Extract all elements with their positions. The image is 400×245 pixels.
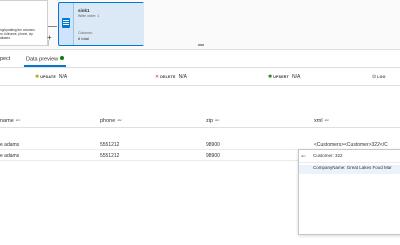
table-cell: 5551212 [100, 142, 120, 148]
source-node-description: ng/updating the columns m, fullname, pho… [0, 28, 48, 40]
source-node-description-line: aliases [0, 36, 10, 40]
upsert-icon: ✱ [268, 74, 273, 80]
divider [48, 40, 49, 46]
column-header-label: xml [314, 118, 323, 124]
table-cell: e adams [0, 142, 20, 148]
sink-node-columns-label: Columns: [78, 31, 93, 35]
sink-node-columns-value: 6 total [78, 36, 89, 41]
divider [299, 162, 400, 163]
table-cell: 98900 [206, 142, 220, 148]
active-tab-indicator [24, 65, 66, 67]
stat-value: N/A [58, 74, 68, 80]
table-cell: 98900 [206, 153, 220, 159]
tab-data-preview[interactable]: Data preview [26, 56, 65, 63]
table-cell: e adams [0, 153, 20, 159]
sink-icon [62, 18, 70, 28]
tab-label: pect [0, 56, 11, 62]
update-icon: ✱ [35, 74, 40, 80]
stat-value: N/A [178, 74, 187, 80]
table-cell: 5551212 [100, 153, 120, 159]
column-header-phone[interactable]: phone abc [100, 118, 122, 124]
string-type-icon: abc [117, 118, 122, 122]
stat-label: UPDATE [40, 75, 56, 79]
divider [0, 49, 400, 50]
string-type-icon: abc [15, 118, 21, 122]
column-header-label: name [0, 118, 14, 124]
tooltip-line: CompanyName: Great Lakes Food Mar [299, 165, 400, 174]
cell-value-tooltip: abc Customer: 322 CompanyName: Great Lake… [298, 149, 400, 235]
stat-label: LOO [377, 75, 386, 79]
column-header-name[interactable]: name abc [0, 118, 20, 124]
sink-node[interactable]: sink1 Write order: 1 Columns: 6 total [58, 2, 144, 46]
resize-handle[interactable] [198, 44, 204, 46]
delete-icon: ✕ [155, 74, 160, 80]
source-node[interactable]: ng/updating the columns m, fullname, pho… [0, 0, 48, 46]
stat-upsert: ✱UPSERT N/A [268, 74, 300, 80]
sink-node-body: sink1 Write order: 1 Columns: 6 total [73, 3, 144, 45]
tooltip-line: abc Customer: 322 [299, 153, 400, 162]
column-header-xml[interactable]: xml abc [314, 118, 400, 124]
tab-label: Data preview [26, 56, 59, 63]
column-header-label: zip [206, 118, 214, 124]
tooltip-text: Customer: 322 [313, 153, 343, 158]
stat-delete: ✕DELETE N/A [155, 74, 187, 80]
tab-inspect[interactable]: pect [0, 56, 10, 62]
table-header: name abc phone abc zip abc xml abc [0, 116, 400, 128]
table-cell[interactable]: <Customers><Customer>322</C [314, 142, 400, 148]
stat-label: DELETE [160, 75, 176, 79]
string-type-icon: abc [301, 154, 306, 158]
string-type-icon: abc [215, 118, 220, 122]
sink-node-write-order: Write order: 1 [78, 14, 100, 18]
stat-update: ✱UPDATE N/A [35, 74, 67, 80]
bottom-panel-tabs: pect Data preview [0, 52, 400, 68]
stat-lookup: ⊙LOO [372, 74, 386, 80]
string-type-icon: abc [324, 118, 330, 122]
stat-value: N/A [291, 74, 301, 80]
dataflow-canvas[interactable]: ng/updating the columns m, fullname, pho… [0, 0, 400, 50]
node-connector [48, 26, 57, 27]
row-stats-bar: ✱UPDATE N/A ✕DELETE N/A ✱UPSERT N/A ⊙LOO [0, 70, 400, 86]
lookup-icon: ⊙ [372, 74, 377, 80]
column-header-label: phone [100, 118, 116, 124]
column-header-zip[interactable]: zip abc [206, 118, 220, 124]
stat-label: UPSERT [273, 75, 289, 79]
tooltip-text: CompanyName: Great Lakes Food Mar [313, 165, 392, 170]
sink-node-title: sink1 [78, 8, 90, 13]
status-dot-icon [60, 56, 65, 60]
